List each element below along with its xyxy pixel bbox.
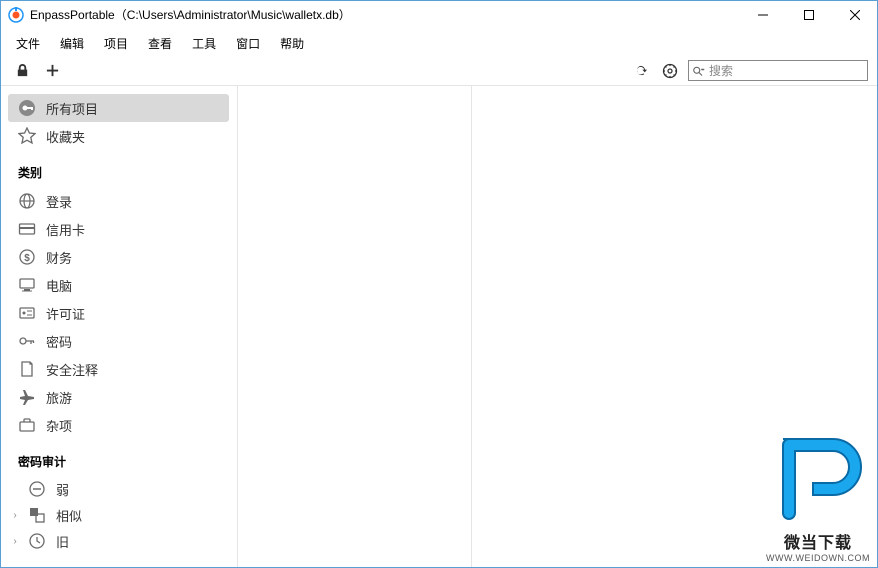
sidebar-cat-login[interactable]: 登录 xyxy=(8,187,229,215)
sidebar-cat-license[interactable]: 许可证 xyxy=(8,299,229,327)
sidebar-audit-weak[interactable]: › 弱 xyxy=(0,476,237,502)
key-flat-icon xyxy=(18,332,36,350)
menu-item[interactable]: 项目 xyxy=(96,33,136,54)
close-button[interactable] xyxy=(832,0,878,30)
watermark: 微当下载 WWW.WEIDOWN.COM xyxy=(763,429,873,563)
sidebar-cat-misc[interactable]: 杂项 xyxy=(8,411,229,439)
license-icon xyxy=(18,304,36,322)
sidebar-label: 所有项目 xyxy=(46,99,98,118)
menu-file[interactable]: 文件 xyxy=(8,33,48,54)
sidebar-label: 旧 xyxy=(56,532,69,551)
briefcase-icon xyxy=(18,416,36,434)
computer-icon xyxy=(18,276,36,294)
similar-icon xyxy=(28,506,46,524)
sidebar-cat-creditcard[interactable]: 信用卡 xyxy=(8,215,229,243)
watermark-url: WWW.WEIDOWN.COM xyxy=(763,553,873,563)
sidebar-favorites[interactable]: 收藏夹 xyxy=(8,122,229,150)
app-icon xyxy=(8,7,24,23)
sidebar-label: 登录 xyxy=(46,192,72,211)
minimize-button[interactable] xyxy=(740,0,786,30)
sidebar-label: 电脑 xyxy=(46,276,72,295)
sidebar-label: 弱 xyxy=(56,480,69,499)
add-button[interactable] xyxy=(40,59,64,83)
maximize-button[interactable] xyxy=(786,0,832,30)
detail-pane: 微当下载 WWW.WEIDOWN.COM xyxy=(472,86,878,568)
creditcard-icon xyxy=(18,220,36,238)
settings-button[interactable] xyxy=(658,59,682,83)
plane-icon xyxy=(18,388,36,406)
sidebar-label: 安全注释 xyxy=(46,360,98,379)
sidebar-label: 旅游 xyxy=(46,388,72,407)
sidebar-audit-old[interactable]: › 旧 xyxy=(0,528,237,554)
sidebar-label: 许可证 xyxy=(46,304,85,323)
section-categories: 类别 xyxy=(8,150,237,187)
sidebar-all-items[interactable]: 所有项目 xyxy=(8,94,229,122)
sidebar-label: 信用卡 xyxy=(46,220,85,239)
sidebar-label: 财务 xyxy=(46,248,72,267)
sidebar-cat-password[interactable]: 密码 xyxy=(8,327,229,355)
window-title: EnpassPortable（C:\Users\Administrator\Mu… xyxy=(30,6,740,23)
sidebar-audit-similar[interactable]: › 相似 xyxy=(0,502,237,528)
section-audit: 密码审计 xyxy=(8,439,237,476)
watermark-logo-icon xyxy=(763,429,873,529)
search-input[interactable] xyxy=(709,64,864,78)
lock-button[interactable] xyxy=(10,59,34,83)
menu-window[interactable]: 窗口 xyxy=(228,33,268,54)
titlebar: EnpassPortable（C:\Users\Administrator\Mu… xyxy=(0,0,878,30)
toolbar xyxy=(0,56,878,86)
sidebar-label: 杂项 xyxy=(46,416,72,435)
search-box[interactable] xyxy=(688,60,868,81)
clock-icon xyxy=(28,532,46,550)
menu-tools[interactable]: 工具 xyxy=(184,33,224,54)
sync-button[interactable] xyxy=(628,59,652,83)
svg-text:$: $ xyxy=(24,253,30,264)
globe-icon xyxy=(18,192,36,210)
sidebar: 所有项目 收藏夹 类别 登录 信用卡 $ 财务 电脑 许可证 xyxy=(0,86,238,568)
items-list-pane xyxy=(238,86,472,568)
weak-icon xyxy=(28,480,46,498)
sidebar-cat-travel[interactable]: 旅游 xyxy=(8,383,229,411)
menubar: 文件 编辑 项目 查看 工具 窗口 帮助 xyxy=(0,30,878,56)
chevron-right-icon[interactable]: › xyxy=(10,536,20,547)
sidebar-cat-finance[interactable]: $ 财务 xyxy=(8,243,229,271)
sidebar-cat-securenote[interactable]: 安全注释 xyxy=(8,355,229,383)
window-controls xyxy=(740,0,878,29)
sidebar-label: 密码 xyxy=(46,332,72,351)
watermark-text: 微当下载 xyxy=(763,529,873,553)
dollar-icon: $ xyxy=(18,248,36,266)
main-panes: 所有项目 收藏夹 类别 登录 信用卡 $ 财务 电脑 许可证 xyxy=(0,86,878,568)
search-icon xyxy=(693,65,705,77)
note-icon xyxy=(18,360,36,378)
menu-view[interactable]: 查看 xyxy=(140,33,180,54)
star-icon xyxy=(18,127,36,145)
sidebar-label: 收藏夹 xyxy=(46,127,85,146)
menu-help[interactable]: 帮助 xyxy=(272,33,312,54)
sidebar-cat-computer[interactable]: 电脑 xyxy=(8,271,229,299)
chevron-right-icon[interactable]: › xyxy=(10,510,20,521)
sidebar-label: 相似 xyxy=(56,506,82,525)
menu-edit[interactable]: 编辑 xyxy=(52,33,92,54)
key-icon xyxy=(18,99,36,117)
